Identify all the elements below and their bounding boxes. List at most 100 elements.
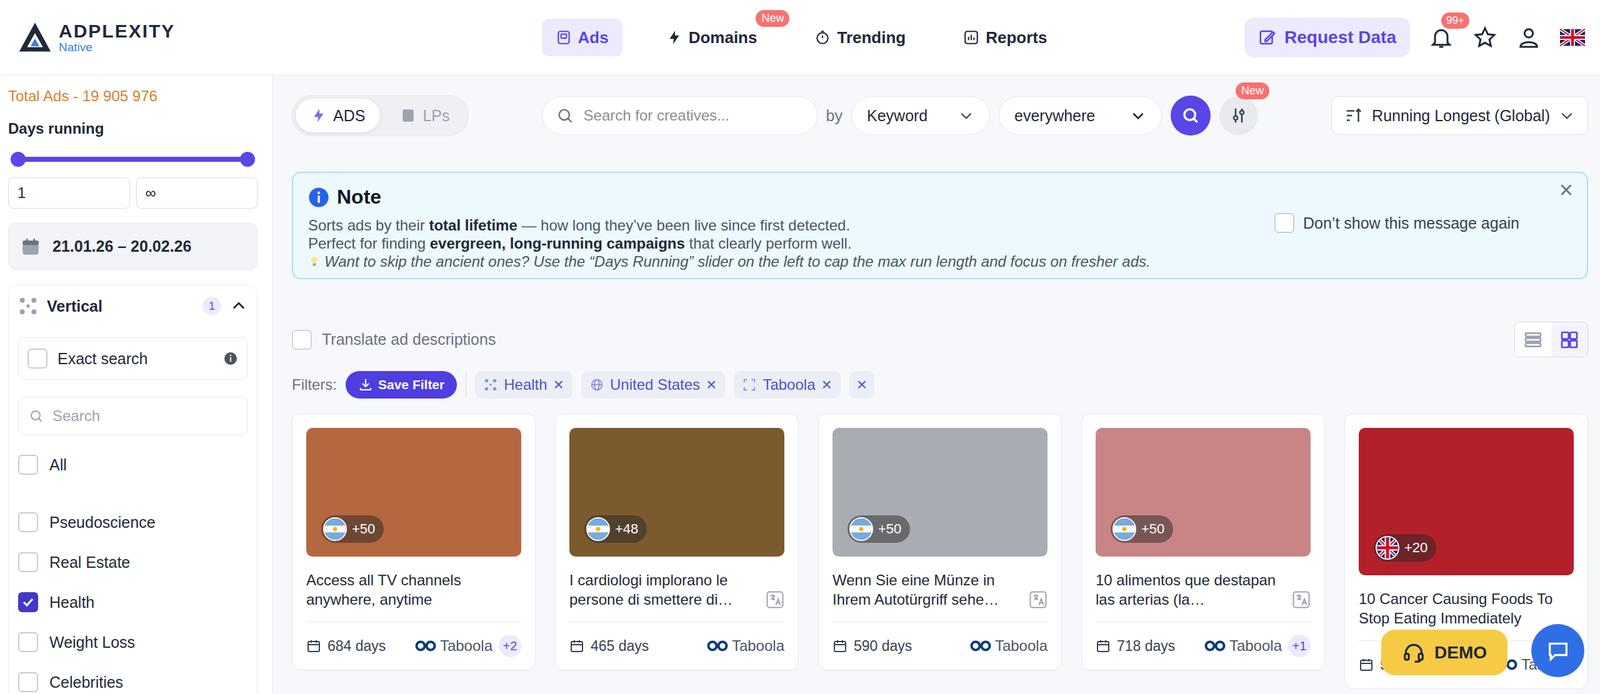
creative-search[interactable] <box>541 96 818 135</box>
days-max-input[interactable] <box>136 177 259 209</box>
nav-item[interactable]: Trending <box>800 18 920 57</box>
network: Taboola <box>415 637 493 655</box>
calendar-icon <box>306 638 322 654</box>
ad-card[interactable]: +50Wenn Sie eine Münze in Ihrem Autotürg… <box>818 413 1062 671</box>
days-running-title: Days running <box>8 120 258 138</box>
view-button[interactable] <box>1551 322 1588 357</box>
remove-chip-button[interactable]: × <box>706 376 717 394</box>
checkbox[interactable] <box>18 552 39 573</box>
close-button[interactable]: × <box>1556 176 1576 204</box>
vertical-option[interactable]: Health <box>18 582 248 623</box>
slider-max-thumb[interactable] <box>240 151 255 167</box>
ad-card[interactable]: +50 10 alimentos que destapan las arteria… <box>1081 413 1325 671</box>
search-scope-dropdown[interactable]: everywhere <box>998 96 1162 135</box>
ad-card[interactable]: +48I cardiologi implorano le persone di … <box>555 413 799 671</box>
taboola-icon <box>1204 640 1226 653</box>
argentina-flag-icon <box>587 518 609 540</box>
geo-badge: +50 <box>847 515 910 544</box>
save-filter-button[interactable]: Save Filter <box>345 371 457 399</box>
mode-button[interactable]: ADS <box>295 98 380 133</box>
checkbox[interactable] <box>18 592 39 613</box>
exact-search-toggle[interactable]: Exact search <box>18 337 248 380</box>
remove-chip-button[interactable]: × <box>821 376 832 394</box>
more-networks[interactable]: +1 <box>1288 635 1311 658</box>
vertical-header[interactable]: Vertical1 <box>18 285 248 327</box>
days-slider[interactable] <box>8 150 258 169</box>
demo-button[interactable]: DEMO <box>1381 630 1508 676</box>
vertical-filter: Vertical1 Exact search All PseudoscienceRea… <box>8 285 258 694</box>
dont-show-toggle[interactable]: Don’t show this message again <box>1274 185 1550 271</box>
bulb-icon <box>308 255 321 269</box>
grid-icon <box>1559 330 1580 350</box>
nav-item[interactable]: Reports <box>949 18 1061 57</box>
geo-badge: +50 <box>1110 515 1174 544</box>
ad-image[interactable]: +50 <box>832 428 1048 557</box>
account-button[interactable] <box>1516 25 1542 50</box>
notifications-button[interactable]: 99+ <box>1428 25 1454 50</box>
logo[interactable]: ADPLEXITYNative <box>17 20 542 55</box>
logo-name: ADPLEXITY <box>58 21 175 42</box>
info-icon <box>308 186 330 209</box>
top-bar: ADPLEXITYNativeAdsDomainsNewTrendingRepo… <box>0 0 1600 76</box>
view-button[interactable] <box>1515 322 1552 357</box>
checkbox[interactable] <box>27 348 48 369</box>
ad-card[interactable]: +50Access all TV channels anywhere, anyt… <box>291 413 536 671</box>
days-min-input[interactable] <box>8 177 130 209</box>
vertical-icon <box>483 378 498 392</box>
vertical-option[interactable]: Weight Loss <box>18 622 248 663</box>
translate-icon[interactable] <box>765 590 785 610</box>
translate-icon[interactable] <box>1028 590 1048 610</box>
filter-chip[interactable]: Taboola× <box>733 371 840 399</box>
days-running: 465 days <box>590 638 649 655</box>
checkbox[interactable] <box>18 672 39 693</box>
ad-image[interactable]: +50 <box>306 428 522 557</box>
advanced-filters-button[interactable]: New <box>1219 96 1259 135</box>
bolt-icon <box>666 29 683 46</box>
filter-chip[interactable]: Health× <box>475 371 573 399</box>
bell-icon <box>1428 25 1454 50</box>
ad-title: 10 Cancer Causing Foods To Stop Eating I… <box>1358 589 1574 629</box>
clear-filters-button[interactable]: × <box>849 371 875 399</box>
search-button[interactable] <box>1170 95 1211 136</box>
ads-content: ADSLPsbyKeywordeverywhereNewRunning Long… <box>273 75 1600 694</box>
translate-icon[interactable] <box>1291 590 1311 610</box>
logo-sub: Native <box>58 41 175 54</box>
vertical-option[interactable]: Celebrities <box>18 662 248 694</box>
ad-title: 10 alimentos que destapan las arterias (… <box>1095 570 1286 610</box>
uk-flag-icon <box>1560 26 1585 49</box>
search-field-dropdown[interactable]: Keyword <box>851 96 990 135</box>
date-range-field[interactable]: 21.01.26 – 20.02.26 <box>8 223 258 270</box>
mode-button[interactable]: LPs <box>385 98 465 133</box>
favorites-button[interactable] <box>1472 25 1498 50</box>
checkbox[interactable] <box>18 455 39 475</box>
ad-image[interactable]: +48 <box>569 428 785 557</box>
vertical-option[interactable]: Pseudoscience <box>18 502 248 543</box>
ad-image[interactable]: +50 <box>1095 428 1311 557</box>
days-running: 684 days <box>327 638 386 655</box>
search-icon <box>28 408 44 424</box>
taboola-icon <box>706 640 729 653</box>
nav-item[interactable]: DomainsNew <box>652 18 772 57</box>
ad-image[interactable]: +20 <box>1358 428 1574 576</box>
checkbox[interactable] <box>291 330 312 350</box>
vertical-option[interactable]: All <box>18 445 248 485</box>
edit-icon <box>1258 28 1277 47</box>
nav-item[interactable]: Ads <box>541 18 623 57</box>
translate-toggle[interactable]: Translate ad descriptions <box>291 330 496 350</box>
checkbox[interactable] <box>18 632 39 653</box>
geo-badge: +48 <box>584 515 647 544</box>
chat-button[interactable] <box>1531 624 1585 678</box>
request-data-button[interactable]: Request Data <box>1244 17 1410 58</box>
filter-chip[interactable]: United States× <box>581 371 725 399</box>
checkbox[interactable] <box>18 512 39 533</box>
slider-min-thumb[interactable] <box>10 151 26 167</box>
checkbox[interactable] <box>1274 213 1295 234</box>
language-button[interactable] <box>1560 26 1585 49</box>
search-icon <box>1180 105 1201 126</box>
more-networks[interactable]: +2 <box>498 635 522 658</box>
vertical-option[interactable]: Real Estate <box>18 542 248 583</box>
taboola-icon <box>415 640 437 653</box>
sort-dropdown[interactable]: Running Longest (Global) <box>1331 96 1589 135</box>
vertical-search[interactable] <box>18 396 248 436</box>
remove-chip-button[interactable]: × <box>553 376 564 394</box>
